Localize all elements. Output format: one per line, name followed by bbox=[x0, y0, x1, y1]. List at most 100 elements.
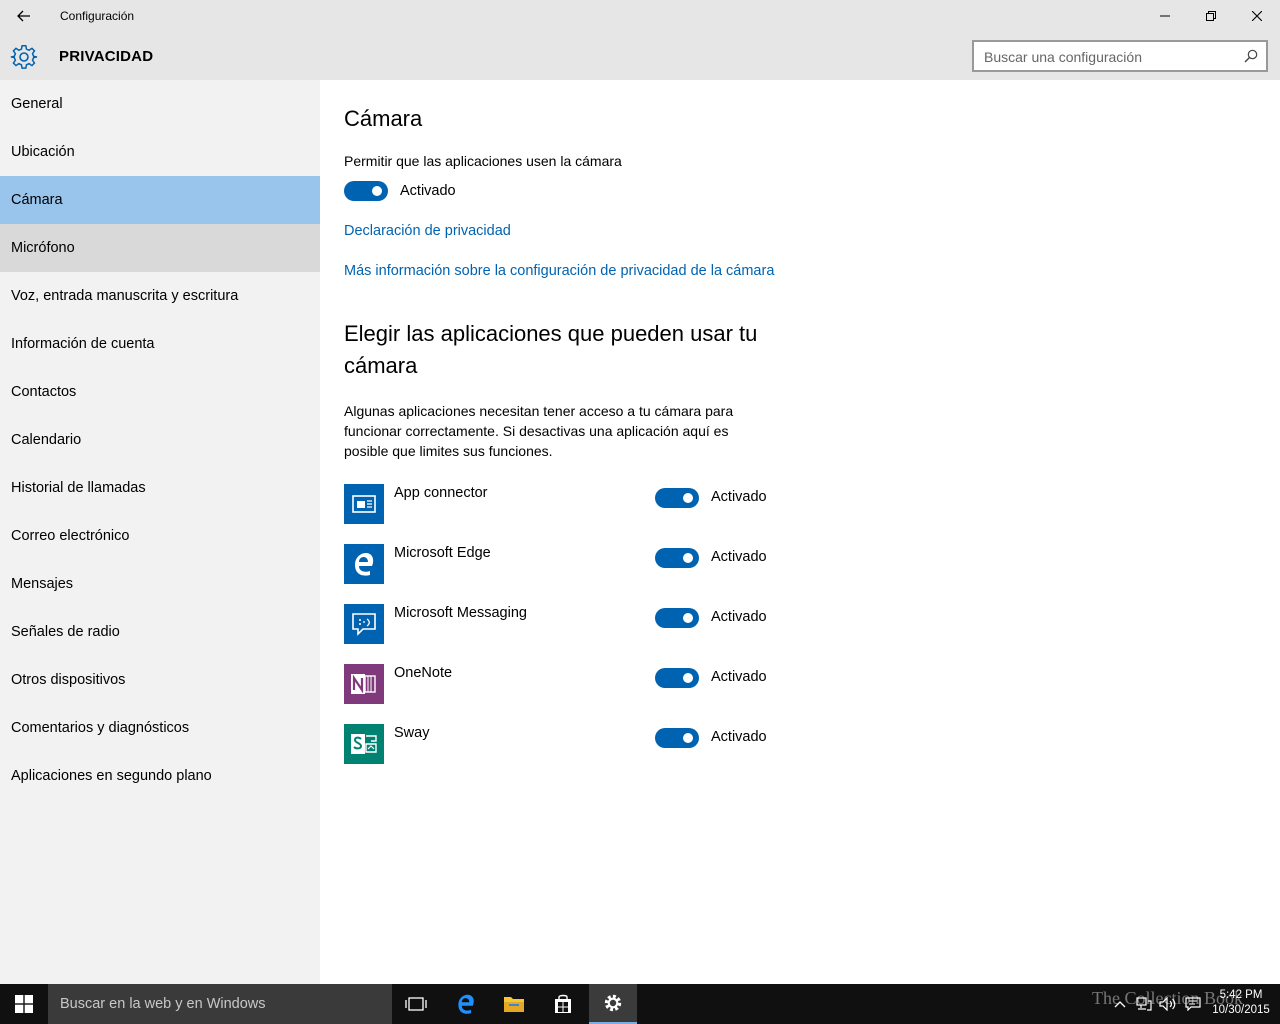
app-row-microsoft-edge: Microsoft Edge Activado bbox=[344, 544, 784, 584]
sidebar: General Ubicación Cámara Micrófono Voz, … bbox=[0, 80, 320, 984]
clock-date: 10/30/2015 bbox=[1212, 1004, 1270, 1016]
sidebar-item-historial-llamadas[interactable]: Historial de llamadas bbox=[0, 464, 320, 512]
sidebar-item-microfono[interactable]: Micrófono bbox=[0, 224, 320, 272]
app-row-app-connector: App connector Activado bbox=[344, 484, 784, 524]
privacy-statement-link[interactable]: Declaración de privacidad bbox=[344, 223, 511, 239]
toggle-knob bbox=[683, 493, 693, 503]
volume-tray-button[interactable] bbox=[1156, 984, 1180, 1024]
taskbar-store-button[interactable] bbox=[539, 984, 587, 1024]
toggle-knob bbox=[372, 186, 382, 196]
taskbar-clock[interactable]: 5:42 PM 10/30/2015 bbox=[1206, 988, 1276, 1018]
restore-icon bbox=[1206, 11, 1216, 21]
page-title: Cámara bbox=[344, 106, 423, 131]
toggle-state-label: Activado bbox=[711, 729, 767, 745]
microsoft-messaging-toggle[interactable] bbox=[655, 608, 699, 628]
app-name: Microsoft Edge bbox=[394, 545, 491, 561]
gear-icon bbox=[10, 45, 38, 69]
minimize-icon bbox=[1160, 15, 1170, 17]
taskbar-search-placeholder: Buscar en la web y en Windows bbox=[60, 996, 266, 1012]
taskbar-search-box[interactable]: Buscar en la web y en Windows bbox=[48, 984, 392, 1024]
section-title: PRIVACIDAD bbox=[59, 48, 154, 65]
sidebar-item-general[interactable]: General bbox=[0, 80, 320, 128]
sidebar-item-informacion-cuenta[interactable]: Información de cuenta bbox=[0, 320, 320, 368]
minimize-button[interactable] bbox=[1142, 0, 1188, 32]
restore-button[interactable] bbox=[1188, 0, 1234, 32]
toggle-knob bbox=[683, 673, 693, 683]
sidebar-item-label: Micrófono bbox=[11, 240, 75, 256]
sidebar-item-label: Cámara bbox=[11, 192, 63, 208]
toggle-state-label: Activado bbox=[711, 489, 767, 505]
sidebar-item-label: Comentarios y diagnósticos bbox=[11, 720, 190, 736]
sidebar-item-label: General bbox=[11, 96, 63, 112]
sidebar-item-label: Contactos bbox=[11, 384, 77, 400]
chevron-up-icon bbox=[1114, 1001, 1126, 1008]
taskbar-edge-button[interactable] bbox=[442, 984, 490, 1024]
microsoft-edge-toggle[interactable] bbox=[655, 548, 699, 568]
sidebar-item-label: Calendario bbox=[11, 432, 82, 448]
network-tray-button[interactable] bbox=[1132, 984, 1156, 1024]
clock-time: 5:42 PM bbox=[1219, 989, 1263, 1001]
taskbar-settings-button[interactable] bbox=[589, 984, 637, 1024]
toggle-state-label: Activado bbox=[711, 669, 767, 685]
allow-camera-toggle-state: Activado bbox=[400, 183, 456, 199]
sway-toggle[interactable] bbox=[655, 728, 699, 748]
sidebar-item-contactos[interactable]: Contactos bbox=[0, 368, 320, 416]
close-button[interactable] bbox=[1234, 0, 1280, 32]
start-button[interactable] bbox=[0, 984, 48, 1024]
sidebar-item-camara[interactable]: Cámara bbox=[0, 176, 320, 224]
notification-icon bbox=[1185, 997, 1201, 1011]
store-icon bbox=[555, 994, 571, 1013]
sidebar-item-label: Voz, entrada manuscrita y escritura bbox=[11, 288, 239, 304]
taskbar: Buscar en la web y en Windows The Collec… bbox=[0, 984, 1280, 1024]
windows-logo-icon bbox=[15, 995, 33, 1013]
sidebar-item-label: Mensajes bbox=[11, 576, 74, 592]
action-center-button[interactable] bbox=[1180, 984, 1206, 1024]
choose-apps-title: Elegir las aplicaciones que pueden usar … bbox=[344, 321, 758, 378]
sidebar-item-label: Historial de llamadas bbox=[11, 480, 146, 496]
show-hidden-icons-button[interactable] bbox=[1108, 984, 1132, 1024]
settings-search-box[interactable]: Buscar una configuración bbox=[972, 40, 1268, 72]
sidebar-item-voz[interactable]: Voz, entrada manuscrita y escritura bbox=[0, 272, 320, 320]
allow-camera-toggle[interactable] bbox=[344, 181, 388, 201]
messaging-icon bbox=[344, 604, 384, 644]
sidebar-item-label: Señales de radio bbox=[11, 624, 120, 640]
task-view-button[interactable] bbox=[392, 984, 440, 1024]
folder-icon bbox=[504, 997, 524, 1012]
toggle-knob bbox=[683, 733, 693, 743]
back-button[interactable] bbox=[8, 0, 40, 32]
sway-icon bbox=[344, 724, 384, 764]
gear-icon bbox=[604, 994, 622, 1012]
sidebar-item-correo[interactable]: Correo electrónico bbox=[0, 512, 320, 560]
app-connector-toggle[interactable] bbox=[655, 488, 699, 508]
main-content: Cámara Permitir que las aplicaciones use… bbox=[320, 80, 1280, 984]
search-icon[interactable] bbox=[1244, 49, 1258, 63]
app-connector-icon bbox=[344, 484, 384, 524]
app-row-microsoft-messaging: Microsoft Messaging Activado bbox=[344, 604, 784, 644]
edge-icon bbox=[458, 994, 474, 1014]
back-arrow-icon bbox=[17, 10, 30, 22]
choose-apps-description: Algunas aplicaciones necesitan tener acc… bbox=[344, 403, 734, 459]
allow-apps-label: Permitir que las aplicaciones usen la cá… bbox=[344, 153, 622, 169]
more-info-link[interactable]: Más información sobre la configuración d… bbox=[344, 263, 774, 279]
app-name: OneNote bbox=[394, 665, 453, 681]
task-view-icon bbox=[405, 997, 427, 1011]
taskbar-file-explorer-button[interactable] bbox=[490, 984, 538, 1024]
sidebar-item-segundo-plano[interactable]: Aplicaciones en segundo plano bbox=[0, 752, 320, 800]
sidebar-item-label: Aplicaciones en segundo plano bbox=[11, 768, 212, 784]
volume-icon bbox=[1159, 997, 1176, 1011]
sidebar-item-label: Ubicación bbox=[11, 144, 75, 160]
sidebar-item-label: Información de cuenta bbox=[11, 336, 155, 352]
network-icon bbox=[1136, 997, 1152, 1011]
onenote-icon bbox=[344, 664, 384, 704]
app-name: App connector bbox=[394, 485, 488, 501]
sidebar-item-otros-dispositivos[interactable]: Otros dispositivos bbox=[0, 656, 320, 704]
sidebar-item-label: Otros dispositivos bbox=[11, 672, 126, 688]
sidebar-item-mensajes[interactable]: Mensajes bbox=[0, 560, 320, 608]
onenote-toggle[interactable] bbox=[655, 668, 699, 688]
sidebar-item-senales-radio[interactable]: Señales de radio bbox=[0, 608, 320, 656]
sidebar-item-comentarios[interactable]: Comentarios y diagnósticos bbox=[0, 704, 320, 752]
sidebar-item-ubicacion[interactable]: Ubicación bbox=[0, 128, 320, 176]
app-row-onenote: OneNote Activado bbox=[344, 664, 784, 704]
sidebar-item-calendario[interactable]: Calendario bbox=[0, 416, 320, 464]
window-title: Configuración bbox=[60, 9, 135, 23]
